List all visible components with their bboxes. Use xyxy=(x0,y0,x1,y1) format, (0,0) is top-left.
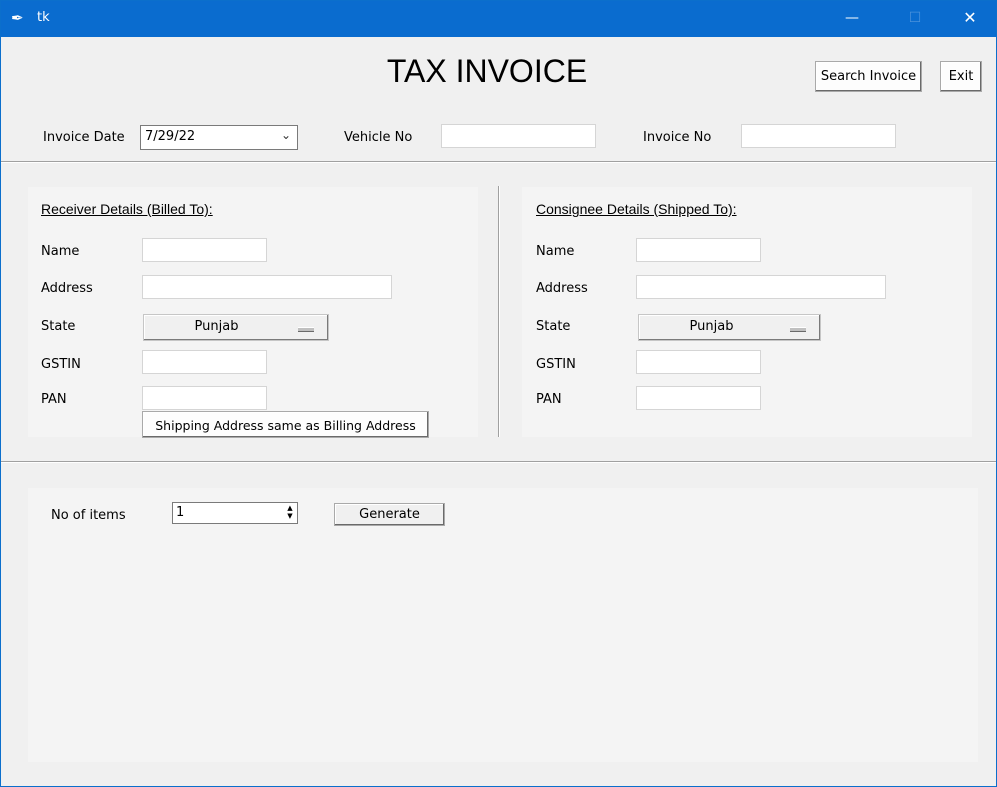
receiver-pan-label: PAN xyxy=(41,392,67,407)
consignee-gstin-label: GSTIN xyxy=(536,357,576,372)
items-count-spinbox[interactable]: 1 ▲ ▼ xyxy=(172,502,298,524)
close-button[interactable]: ✕ xyxy=(947,1,993,37)
vehicle-no-field[interactable] xyxy=(441,124,596,148)
receiver-name-field[interactable] xyxy=(142,238,267,262)
dropdown-indicator-icon xyxy=(790,327,806,332)
spin-arrows-icon[interactable]: ▲ ▼ xyxy=(284,504,296,522)
chevron-down-icon[interactable]: ⌄ xyxy=(281,128,291,142)
consignee-address-field[interactable] xyxy=(636,275,886,299)
invoice-no-label: Invoice No xyxy=(643,130,712,145)
receiver-pan-field[interactable] xyxy=(142,386,267,410)
invoice-no-field[interactable] xyxy=(741,124,896,148)
receiver-gstin-label: GSTIN xyxy=(41,357,81,372)
consignee-name-field[interactable] xyxy=(636,238,761,262)
separator-top xyxy=(1,161,996,163)
feather-icon: ✒ xyxy=(11,9,24,27)
exit-button[interactable]: Exit xyxy=(940,61,982,92)
app-window: ✒ tk — ☐ ✕ TAX INVOICE Search Invoice Ex… xyxy=(0,0,997,787)
consignee-pan-field[interactable] xyxy=(636,386,761,410)
separator-bottom xyxy=(1,461,996,463)
receiver-address-label: Address xyxy=(41,281,93,296)
search-invoice-button[interactable]: Search Invoice xyxy=(815,61,922,92)
receiver-address-field[interactable] xyxy=(142,275,392,299)
generate-button[interactable]: Generate xyxy=(334,503,445,526)
consignee-pan-label: PAN xyxy=(536,392,562,407)
invoice-date-label: Invoice Date xyxy=(43,130,125,145)
invoice-date-value: 7/29/22 xyxy=(145,129,196,144)
minimize-button[interactable]: — xyxy=(829,1,875,37)
receiver-gstin-field[interactable] xyxy=(142,350,267,374)
consignee-state-value: Punjab xyxy=(689,319,734,334)
dropdown-indicator-icon xyxy=(298,327,314,332)
separator-middle xyxy=(498,186,500,437)
items-panel xyxy=(28,488,978,762)
page-title: TAX INVOICE xyxy=(386,53,588,89)
items-count-label: No of items xyxy=(51,508,126,523)
maximize-button[interactable]: ☐ xyxy=(892,1,938,37)
receiver-name-label: Name xyxy=(41,244,80,259)
consignee-state-dropdown[interactable]: Punjab xyxy=(638,314,821,341)
consignee-heading: Consignee Details (Shipped To): xyxy=(536,201,737,217)
items-count-value: 1 xyxy=(176,505,185,520)
window-title: tk xyxy=(37,10,50,25)
invoice-date-picker[interactable]: 7/29/22 ⌄ xyxy=(140,125,298,150)
consignee-name-label: Name xyxy=(536,244,575,259)
receiver-state-label: State xyxy=(41,319,76,334)
receiver-heading: Receiver Details (Billed To): xyxy=(41,201,213,217)
receiver-state-value: Punjab xyxy=(194,319,239,334)
same-as-billing-button[interactable]: Shipping Address same as Billing Address xyxy=(142,411,429,438)
consignee-address-label: Address xyxy=(536,281,588,296)
receiver-state-dropdown[interactable]: Punjab xyxy=(143,314,329,341)
vehicle-no-label: Vehicle No xyxy=(344,130,413,145)
consignee-gstin-field[interactable] xyxy=(636,350,761,374)
title-bar: ✒ tk — ☐ ✕ xyxy=(1,1,996,37)
consignee-state-label: State xyxy=(536,319,571,334)
